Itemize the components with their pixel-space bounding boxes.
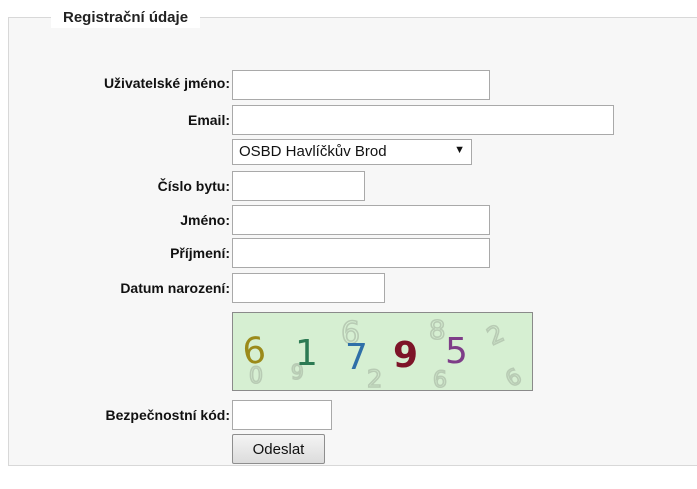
- birthdate-label: Datum narození:: [120, 280, 230, 296]
- dropdown-arrow-icon: ▼: [454, 144, 465, 156]
- username-label: Uživatelské jméno:: [103, 75, 230, 91]
- svg-text:2: 2: [367, 365, 382, 390]
- captcha-noise: 6 8 2 0 9 2 6 6: [248, 315, 527, 390]
- fieldset-legend: Registrační údaje: [51, 8, 201, 28]
- apartment-number-label: Číslo bytu:: [157, 178, 230, 194]
- security-code-input[interactable]: [232, 400, 332, 430]
- captcha-digit: 7: [345, 337, 368, 378]
- email-label: Email:: [187, 112, 230, 128]
- organization-select[interactable]: OSBD Havlíčkův Brod ▼: [232, 139, 472, 165]
- captcha-digit: 6: [240, 330, 268, 374]
- email-input[interactable]: [232, 105, 614, 135]
- captcha-digit: 1: [295, 333, 318, 374]
- last-name-input[interactable]: [232, 238, 490, 268]
- first-name-label: Jméno:: [180, 212, 230, 228]
- captcha-image: 6 8 2 0 9 2 6 6 6 1 7 9 5: [232, 312, 533, 391]
- captcha-digit: 5: [445, 331, 468, 372]
- organization-select-value: OSBD Havlíčkův Brod: [239, 143, 387, 160]
- svg-text:6: 6: [502, 364, 527, 390]
- apartment-number-input[interactable]: [232, 171, 365, 201]
- security-code-label: Bezpečnostní kód:: [105, 407, 230, 423]
- svg-text:2: 2: [483, 319, 509, 351]
- captcha-digit: 9: [393, 335, 418, 376]
- last-name-label: Příjmení:: [170, 245, 230, 261]
- username-input[interactable]: [232, 70, 490, 100]
- submit-button[interactable]: Odeslat: [232, 434, 325, 464]
- svg-text:8: 8: [429, 316, 446, 346]
- first-name-input[interactable]: [232, 205, 490, 235]
- birthdate-input[interactable]: [232, 273, 385, 303]
